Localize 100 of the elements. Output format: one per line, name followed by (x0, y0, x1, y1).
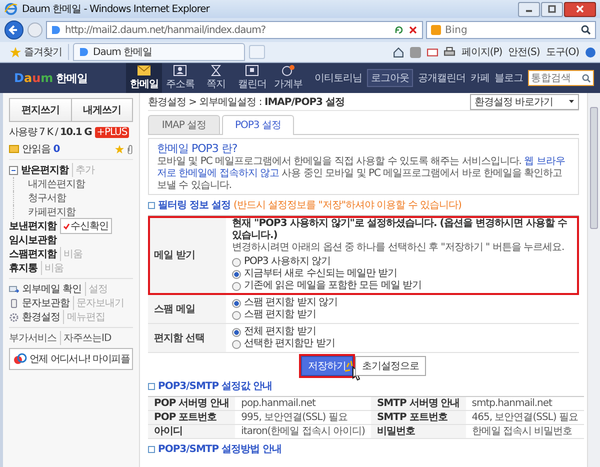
tool-link[interactable]: 외부메일 확인 (22, 282, 82, 296)
option-label[interactable]: 스팸 편지함 받지 않기 (244, 297, 338, 309)
option-label[interactable]: POP3 사용하지 않기 (244, 256, 331, 268)
extra-service-link[interactable]: 자주쓰는ID (60, 331, 112, 345)
radio-button[interactable] (232, 298, 241, 308)
option-label[interactable]: 지금부터 새로 수신되는 메일만 받기 (244, 268, 398, 280)
table-cell: smtp.hanmail.net (466, 396, 584, 410)
logout-button[interactable]: 로그아웃 (367, 69, 413, 87)
daum-logo[interactable]: Daum (14, 71, 54, 85)
nav-tab[interactable]: 캘린더 (234, 63, 270, 93)
mail-icon[interactable] (427, 46, 438, 58)
table-cell: 한메일 접속시 비밀번호 (466, 424, 584, 438)
compose-button[interactable]: 내게쓰기 (72, 98, 133, 122)
tool-link[interactable]: 환경설정 (22, 310, 60, 324)
shortcut-dropdown[interactable]: 환경설정 바로가기 (470, 94, 579, 110)
command-menu[interactable]: 안전(S) (508, 45, 540, 59)
folder-link[interactable]: 임시보관함 (9, 233, 56, 247)
option-label[interactable]: 선택한 편지함만 받기 (244, 338, 335, 350)
window-title: Daum 한메일 - Windows Internet Explorer (22, 3, 210, 16)
folder-link[interactable]: 스팸편지함 (9, 247, 56, 261)
radio-button[interactable] (232, 310, 241, 320)
nav-tab[interactable]: 가계부 (270, 63, 306, 93)
search-icon[interactable] (581, 25, 591, 35)
section-title: POP3/SMTP 설정값 안내 (158, 380, 272, 393)
home-icon[interactable] (393, 46, 404, 58)
folder-link[interactable]: 보낸편지함 (9, 219, 56, 233)
row-label: 편지함 선택 (148, 324, 226, 352)
table-header-cell: 비밀번호 (370, 424, 466, 438)
row-label: 스팸 메일 (148, 295, 226, 323)
stop-icon[interactable] (408, 25, 418, 35)
table-cell: 465, 보안연결(SSL) 필요 (466, 410, 584, 424)
minimize-button[interactable] (518, 2, 540, 16)
hint-text: 변경하시려면 아래의 옵션 중 하나를 선택하신 후 "저장하기 " 버튼을 누르세요. (232, 242, 566, 254)
site-favicon-icon (51, 25, 61, 35)
status-notice: 현재 "POP3 사용하지 않기"로 설정하셨습니다. (옵션을 변경하시면 사용할 수 있습니다.) (232, 218, 568, 242)
address-field[interactable]: http://mail2.daum.net/hanmail/index.daum? (46, 21, 423, 39)
radio-button[interactable] (232, 328, 241, 336)
section-bullet-icon (148, 446, 155, 452)
header-link[interactable]: 공개캘린더 (418, 71, 466, 85)
storage-usage: 사용량 7 K / 10.1 G (9, 126, 92, 139)
gear-icon (9, 312, 19, 322)
radio-button[interactable] (232, 270, 241, 278)
collapse-toggle[interactable] (9, 166, 18, 174)
print-icon[interactable] (444, 46, 456, 58)
option-label[interactable]: 전체 편지함 받기 (244, 326, 316, 338)
tool-link[interactable]: 문자보관함 (22, 296, 70, 310)
maximize-button[interactable] (541, 2, 563, 16)
table-cell: 995, 보안연결(SSL) 필요 (235, 410, 371, 424)
row-label: 메일 받기 (148, 216, 226, 294)
username[interactable]: 이티토리님 (314, 71, 362, 85)
service-name: 한메일 (56, 70, 88, 86)
mypeople-button[interactable]: 언제 어디서나! 마이피플 (9, 348, 133, 370)
reset-button[interactable]: 초기설정으로 (355, 356, 426, 376)
settings-tab[interactable]: IMAP 설정 (148, 115, 220, 134)
header-link[interactable]: 블로그 (494, 71, 523, 85)
plus-badge[interactable]: +PLUS (94, 126, 130, 138)
unread-count[interactable]: 안읽음 0 (22, 142, 60, 156)
command-menu[interactable]: 페이지(P) (461, 45, 502, 59)
extra-service-link[interactable]: 부가서비스 (9, 331, 56, 345)
settings-tab[interactable]: POP3 설정 (222, 115, 294, 135)
table-header-cell: SMTP 서버명 안내 (370, 396, 466, 410)
option-label[interactable]: 기존에 읽은 메일을 포함한 모든 메일 받기 (244, 280, 422, 292)
subfolder-link[interactable]: 카페편지함 (28, 205, 76, 219)
search-icon[interactable] (582, 74, 591, 82)
star-icon[interactable] (115, 144, 124, 154)
compose-button[interactable]: 편지쓰기 (9, 98, 72, 122)
folder-link[interactable]: 받은편지함 (21, 163, 68, 177)
command-menu[interactable]: 도구(O) (546, 45, 579, 59)
nav-tab[interactable]: 주소록 (162, 63, 198, 93)
external-mail-icon (9, 284, 19, 294)
site-search-field[interactable]: 통합검색 (528, 70, 594, 86)
radio-button[interactable] (232, 258, 241, 266)
coin-icon (281, 65, 295, 76)
folder-link[interactable]: 휴지통 (9, 261, 38, 275)
back-button[interactable] (4, 20, 24, 40)
breadcrumb: 환경설정 > 외부메일설정 : IMAP/POP3 설정 (148, 96, 344, 108)
table-cell: pop.hanmail.net (235, 396, 371, 410)
nav-tab[interactable]: 한메일 (126, 63, 162, 93)
vertical-scrollbar[interactable] (587, 93, 600, 467)
site-favicon-icon (79, 47, 89, 57)
radio-button[interactable] (232, 340, 241, 348)
nav-tab[interactable]: 쪽지 (198, 63, 234, 93)
site-search-input[interactable]: 통합검색 (531, 72, 582, 84)
header-link[interactable]: 카페 (470, 71, 490, 85)
search-field[interactable]: Bing (426, 21, 596, 39)
subfolder-link[interactable]: 내게쓴편지함 (28, 177, 85, 191)
refresh-icon[interactable] (394, 25, 404, 35)
close-icon (576, 5, 584, 13)
favorites-button[interactable]: 즐겨찾기 (4, 44, 69, 60)
url-text: http://mail2.daum.net/hanmail/index.daum? (65, 24, 267, 36)
radio-button[interactable] (232, 282, 241, 290)
section-title: 필터링 정보 설정 (158, 199, 230, 212)
read-receipt-button[interactable]: 수신확인 (60, 218, 112, 234)
paperclip-icon[interactable] (127, 144, 133, 154)
search-input[interactable]: Bing (445, 24, 577, 36)
option-label[interactable]: 스팸 편지함 받기 (244, 309, 316, 321)
browser-tab[interactable]: Daum 한메일 (73, 43, 245, 61)
close-button[interactable] (564, 2, 596, 16)
subfolder-link[interactable]: 청구서함 (28, 191, 66, 205)
save-button[interactable]: 저장하기 (301, 356, 353, 376)
